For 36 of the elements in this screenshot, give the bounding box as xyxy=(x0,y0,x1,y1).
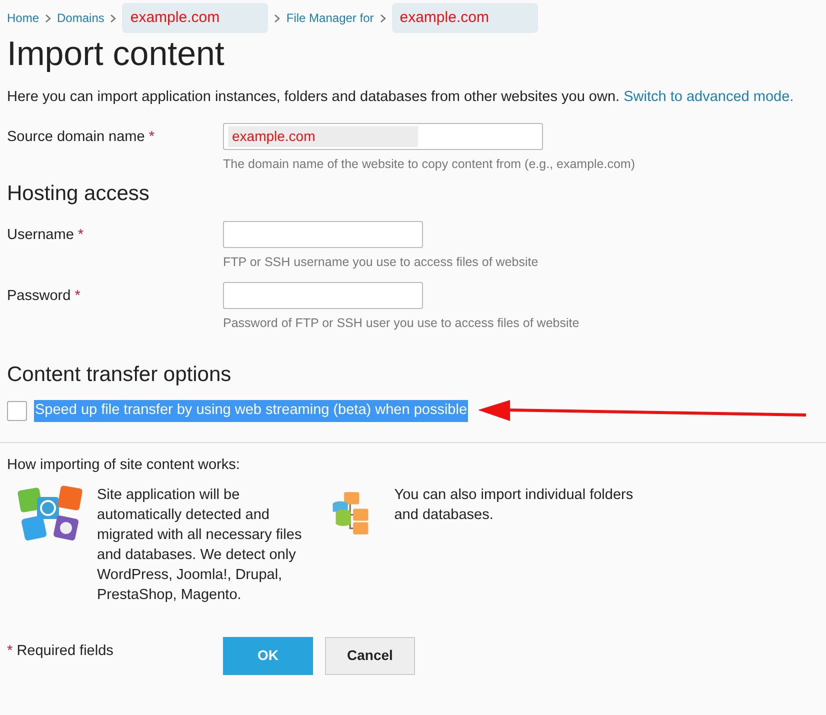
description-text: Site application will be automatically detected and migrated with all necessary files and databases. We detect only WordPress, Joomla!, Drupal, PrestaShop, Magento. xyxy=(97,486,302,604)
intro-text: Here you can import application instances, folders and databases from other websites you own. xyxy=(7,89,620,105)
section-heading: Content transfer options xyxy=(7,362,232,388)
redacted-domain: example.com xyxy=(122,2,268,34)
chevron-icon xyxy=(380,14,386,22)
field-hint: The domain name of the website to copy content from (e.g., example.com) xyxy=(223,156,636,173)
required-mark: * xyxy=(148,128,155,145)
page-title: Import content xyxy=(7,35,226,73)
field-label: Source domain name xyxy=(7,128,145,145)
breadcrumb-link[interactable]: File Manager for xyxy=(286,9,374,27)
breadcrumb-link[interactable]: Home xyxy=(7,9,40,27)
cancel-button[interactable]: Cancel xyxy=(325,636,415,674)
chevron-icon xyxy=(45,14,52,22)
input-field[interactable] xyxy=(223,282,423,309)
section-label: How importing of site content works: xyxy=(7,456,241,475)
chevron-icon xyxy=(274,14,280,22)
required-mark: * xyxy=(74,288,80,304)
checkbox[interactable] xyxy=(7,400,27,421)
required-note: Required fields xyxy=(16,642,114,658)
checkbox-label: Speed up file transfer by using web streaming (beta) when possible xyxy=(34,400,468,422)
description-text: You can also import individual folders and databases. xyxy=(394,486,634,524)
field-label: Password xyxy=(7,288,71,304)
advanced-mode-link[interactable]: Switch to advanced mode. xyxy=(624,89,794,105)
field-label: Username xyxy=(7,227,74,243)
redacted-domain: example.com xyxy=(392,2,538,34)
breadcrumb-link[interactable]: Domains xyxy=(57,9,104,27)
input-field[interactable]: example.com xyxy=(223,122,543,150)
field-hint: Password of FTP or SSH user you use to access files of website xyxy=(223,314,580,332)
field-hint: FTP or SSH username you use to access files of website xyxy=(223,254,538,271)
input-field[interactable] xyxy=(223,221,423,248)
required-mark: * xyxy=(7,642,13,658)
redacted-domain: example.com xyxy=(228,126,418,147)
required-mark: * xyxy=(78,227,84,243)
chevron-icon xyxy=(110,14,116,22)
section-heading: Hosting access xyxy=(7,180,150,206)
ok-button[interactable]: OK xyxy=(223,636,313,674)
